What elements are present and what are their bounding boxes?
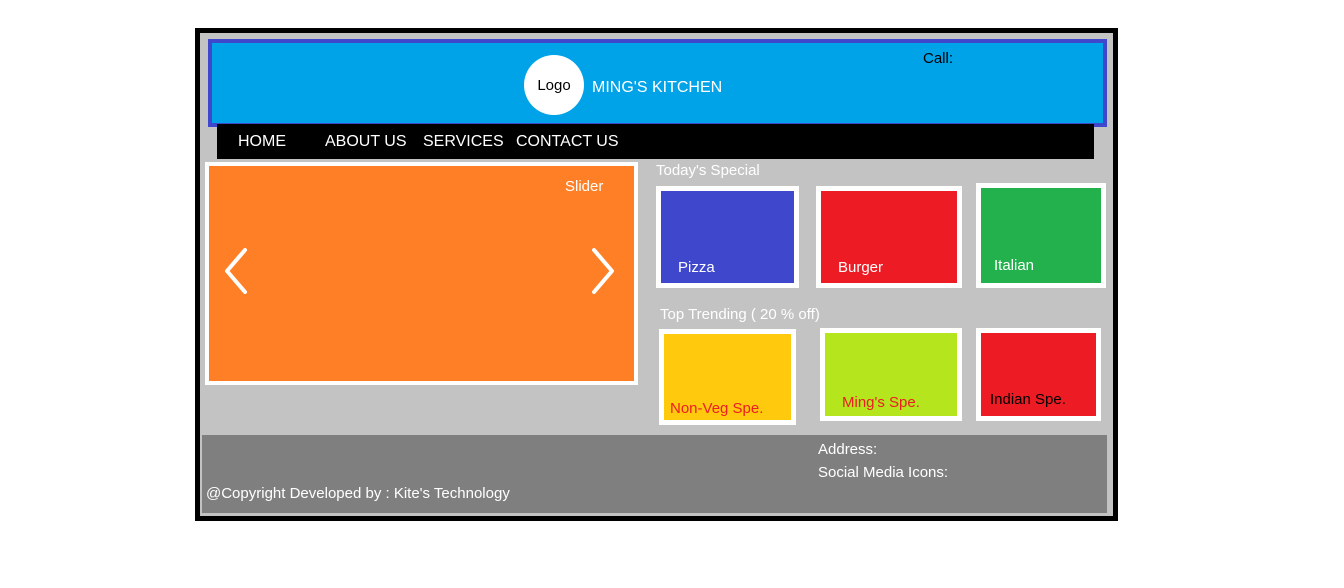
footer: Address: Social Media Icons: @Copyright …: [202, 435, 1107, 513]
todays-special-title: Today's Special: [656, 162, 760, 179]
chevron-left-icon[interactable]: [217, 246, 257, 296]
tile-label: Indian Spe.: [990, 391, 1066, 408]
tile-label: Pizza: [678, 259, 715, 276]
tile-label: Ming's Spe.: [842, 394, 920, 411]
nav-item-services[interactable]: SERVICES: [423, 124, 504, 159]
nav-item-home[interactable]: HOME: [238, 124, 286, 159]
header: Logo MING'S KITCHEN Call:: [208, 39, 1107, 127]
copyright-text: @Copyright Developed by : Kite's Technol…: [206, 485, 510, 502]
tile-italian[interactable]: Italian: [976, 183, 1106, 288]
nav-item-about-us[interactable]: ABOUT US: [325, 124, 407, 159]
tile-label: Non-Veg Spe.: [670, 400, 764, 417]
logo[interactable]: Logo: [524, 55, 584, 115]
tile-label: Burger: [838, 259, 884, 276]
tile-mings-special[interactable]: Ming's Spe.: [820, 328, 962, 421]
nav-bar: HOME ABOUT US SERVICES CONTACT US: [217, 124, 1094, 159]
chevron-right-icon[interactable]: [584, 246, 624, 296]
tile-pizza[interactable]: Pizza: [656, 186, 799, 288]
brand-name: MING'S KITCHEN: [592, 79, 723, 96]
page-frame: Logo MING'S KITCHEN Call: HOME ABOUT US …: [195, 28, 1118, 521]
slider-title: Slider: [565, 178, 604, 195]
nav-item-contact-us[interactable]: CONTACT US: [516, 124, 619, 159]
tile-indian-special[interactable]: Indian Spe.: [976, 328, 1101, 421]
social-media-label: Social Media Icons:: [818, 464, 949, 481]
call-label: Call:: [923, 50, 954, 67]
address-label: Address:: [818, 441, 878, 458]
tile-label: Italian: [994, 257, 1035, 274]
slider: Slider: [205, 162, 638, 385]
tile-burger[interactable]: Burger: [816, 186, 962, 288]
logo-text: Logo: [537, 76, 571, 94]
top-trending-title: Top Trending ( 20 % off): [660, 306, 820, 323]
tile-non-veg-special[interactable]: Non-Veg Spe.: [659, 329, 796, 425]
